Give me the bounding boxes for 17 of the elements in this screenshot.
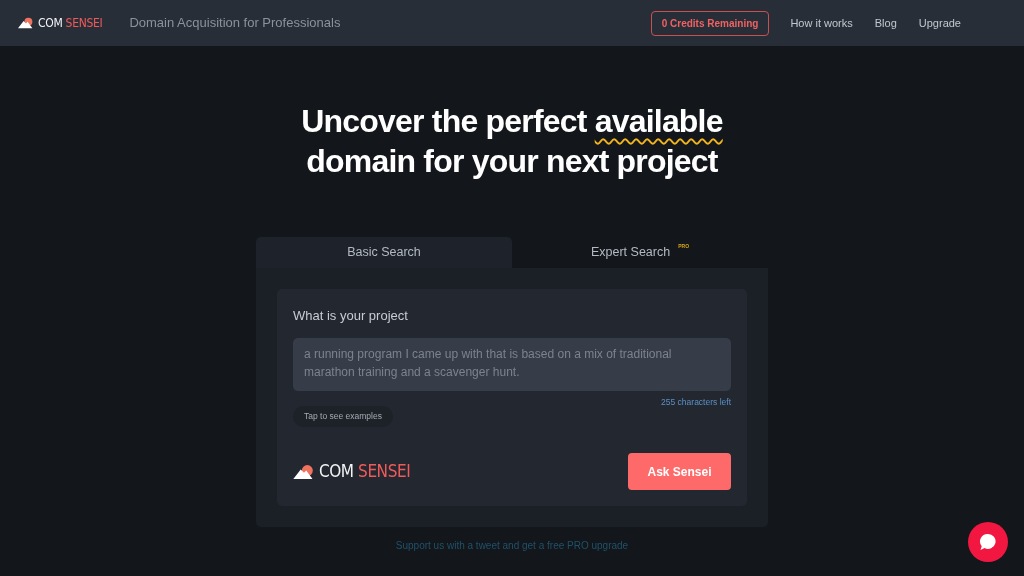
- chat-button[interactable]: [968, 522, 1008, 562]
- logo-text: COM SENSEI: [319, 459, 411, 483]
- credits-button[interactable]: 0 Credits Remaining: [650, 10, 770, 36]
- search-tab[interactable]: Basic Search: [256, 237, 512, 268]
- search-tab[interactable]: Expert Search $^{PRO}$: [512, 237, 768, 268]
- field-label: What is your project: [293, 307, 409, 325]
- character-counter: 255 characters left: [661, 395, 731, 409]
- examples-button[interactable]: Tap to see examples: [293, 406, 393, 427]
- chat-icon: [979, 533, 997, 551]
- tagline: Domain Acquisition for Professionals: [129, 14, 341, 33]
- nav-link[interactable]: Upgrade: [918, 14, 961, 32]
- nav-link[interactable]: Blog: [874, 14, 897, 32]
- nav-link[interactable]: How it works: [790, 14, 853, 32]
- logo-icon: [293, 463, 315, 480]
- headline: Uncover the perfect available domain for your next project: [300, 102, 724, 181]
- logo-text: COM SENSEI: [38, 15, 103, 32]
- logo-icon: [18, 17, 34, 29]
